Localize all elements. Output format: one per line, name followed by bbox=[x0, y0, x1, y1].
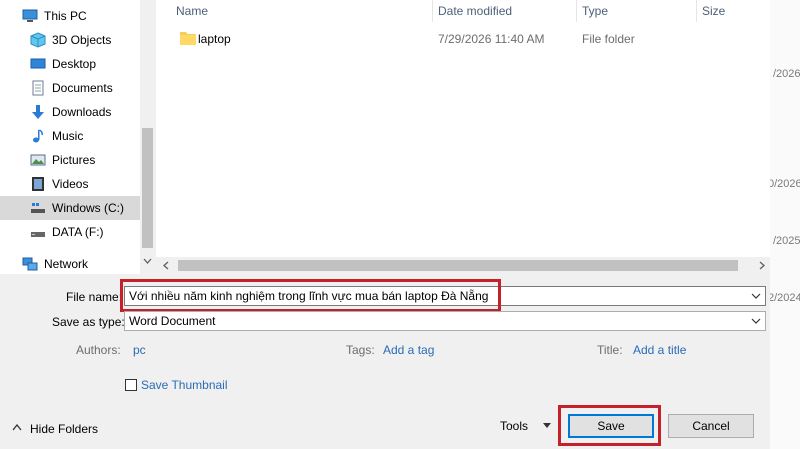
save-as-type-dropdown[interactable]: Word Document bbox=[124, 311, 766, 331]
table-row[interactable]: laptop 7/29/2026 11:40 AM File folder bbox=[156, 27, 770, 51]
chevron-up-icon[interactable] bbox=[12, 424, 22, 431]
add-tag-link[interactable]: Add a tag bbox=[383, 343, 434, 357]
column-header-size[interactable]: Size bbox=[702, 0, 725, 24]
computer-icon bbox=[22, 9, 38, 22]
type-cell: File folder bbox=[582, 32, 635, 46]
file-name-cell: laptop bbox=[198, 32, 231, 46]
chevron-down-icon[interactable] bbox=[751, 316, 761, 326]
nav-item-windows-c[interactable]: Windows (C:) bbox=[0, 196, 140, 220]
column-header-name[interactable]: Name bbox=[176, 0, 208, 24]
column-divider[interactable] bbox=[576, 0, 577, 22]
caret-down-icon[interactable] bbox=[543, 423, 551, 428]
column-divider[interactable] bbox=[696, 0, 697, 22]
nav-item-label: Music bbox=[52, 129, 84, 143]
desktop-icon bbox=[30, 58, 46, 69]
column-header-type[interactable]: Type bbox=[582, 0, 608, 24]
save-as-type-value: Word Document bbox=[129, 314, 216, 328]
nav-item-label: This PC bbox=[44, 9, 87, 23]
cancel-button[interactable]: Cancel bbox=[668, 414, 754, 438]
nav-scroll-thumb[interactable] bbox=[142, 128, 153, 248]
save-button-highlight bbox=[558, 405, 661, 446]
background-date-text: /2026 bbox=[773, 68, 800, 80]
document-icon bbox=[32, 80, 44, 96]
network-icon bbox=[22, 257, 38, 271]
title-label: Title: bbox=[597, 343, 623, 357]
nav-item-label: Downloads bbox=[52, 105, 112, 119]
save-thumbnail-label[interactable]: Save Thumbnail bbox=[141, 378, 228, 392]
folder-icon bbox=[180, 32, 196, 45]
file-name-highlight bbox=[120, 279, 501, 312]
authors-value[interactable]: pc bbox=[133, 343, 146, 357]
video-icon bbox=[32, 177, 44, 191]
nav-item-label: 3D Objects bbox=[52, 33, 112, 47]
drive-icon bbox=[31, 203, 45, 213]
file-list-horizontal-scrollbar[interactable] bbox=[156, 257, 770, 274]
nav-item-label: Windows (C:) bbox=[52, 201, 125, 215]
date-modified-cell: 7/29/2026 11:40 AM bbox=[438, 32, 545, 46]
column-divider[interactable] bbox=[432, 0, 433, 22]
navigation-pane: This PC 3D Objects Desktop Documents Dow… bbox=[0, 0, 155, 274]
music-icon bbox=[33, 129, 43, 143]
cube-icon bbox=[30, 32, 46, 48]
nav-item-label: Documents bbox=[52, 81, 113, 95]
nav-item-label: Network bbox=[44, 257, 89, 271]
file-list: Name Date modified Type Size laptop 7/29… bbox=[156, 0, 770, 274]
background-date-text: /2025 bbox=[773, 235, 800, 247]
nav-item-label: Videos bbox=[52, 177, 89, 191]
hide-folders-button[interactable]: Hide Folders bbox=[30, 422, 98, 436]
background-date-text: 0/2026 bbox=[770, 178, 800, 190]
chevron-down-icon[interactable] bbox=[143, 258, 152, 264]
chevron-right-icon[interactable] bbox=[759, 261, 765, 270]
nav-item-label: Pictures bbox=[52, 153, 96, 167]
nav-item-label: DATA (F:) bbox=[52, 225, 104, 239]
background-window: /2026 0/2026 /2025 2/2024 bbox=[770, 0, 800, 449]
tags-label: Tags: bbox=[346, 343, 375, 357]
nav-vertical-scrollbar[interactable] bbox=[140, 0, 155, 274]
add-title-link[interactable]: Add a title bbox=[633, 343, 686, 357]
chevron-left-icon[interactable] bbox=[163, 261, 169, 270]
background-date-text: 2/2024 bbox=[770, 292, 800, 304]
save-as-dialog: This PC 3D Objects Desktop Documents Dow… bbox=[0, 0, 770, 449]
nav-item-label: Desktop bbox=[52, 57, 97, 71]
pictures-icon bbox=[30, 154, 46, 166]
tools-button[interactable]: Tools bbox=[500, 419, 528, 433]
column-header-date-modified[interactable]: Date modified bbox=[438, 0, 512, 24]
chevron-down-icon[interactable] bbox=[751, 291, 761, 301]
drive-icon bbox=[31, 232, 45, 237]
download-icon bbox=[32, 105, 44, 119]
save-as-type-label: Save as type: bbox=[52, 315, 125, 329]
authors-label: Authors: bbox=[76, 343, 121, 357]
horizontal-scroll-thumb[interactable] bbox=[178, 260, 738, 271]
save-thumbnail-checkbox[interactable] bbox=[125, 379, 137, 391]
file-name-label: File name: bbox=[66, 290, 123, 304]
